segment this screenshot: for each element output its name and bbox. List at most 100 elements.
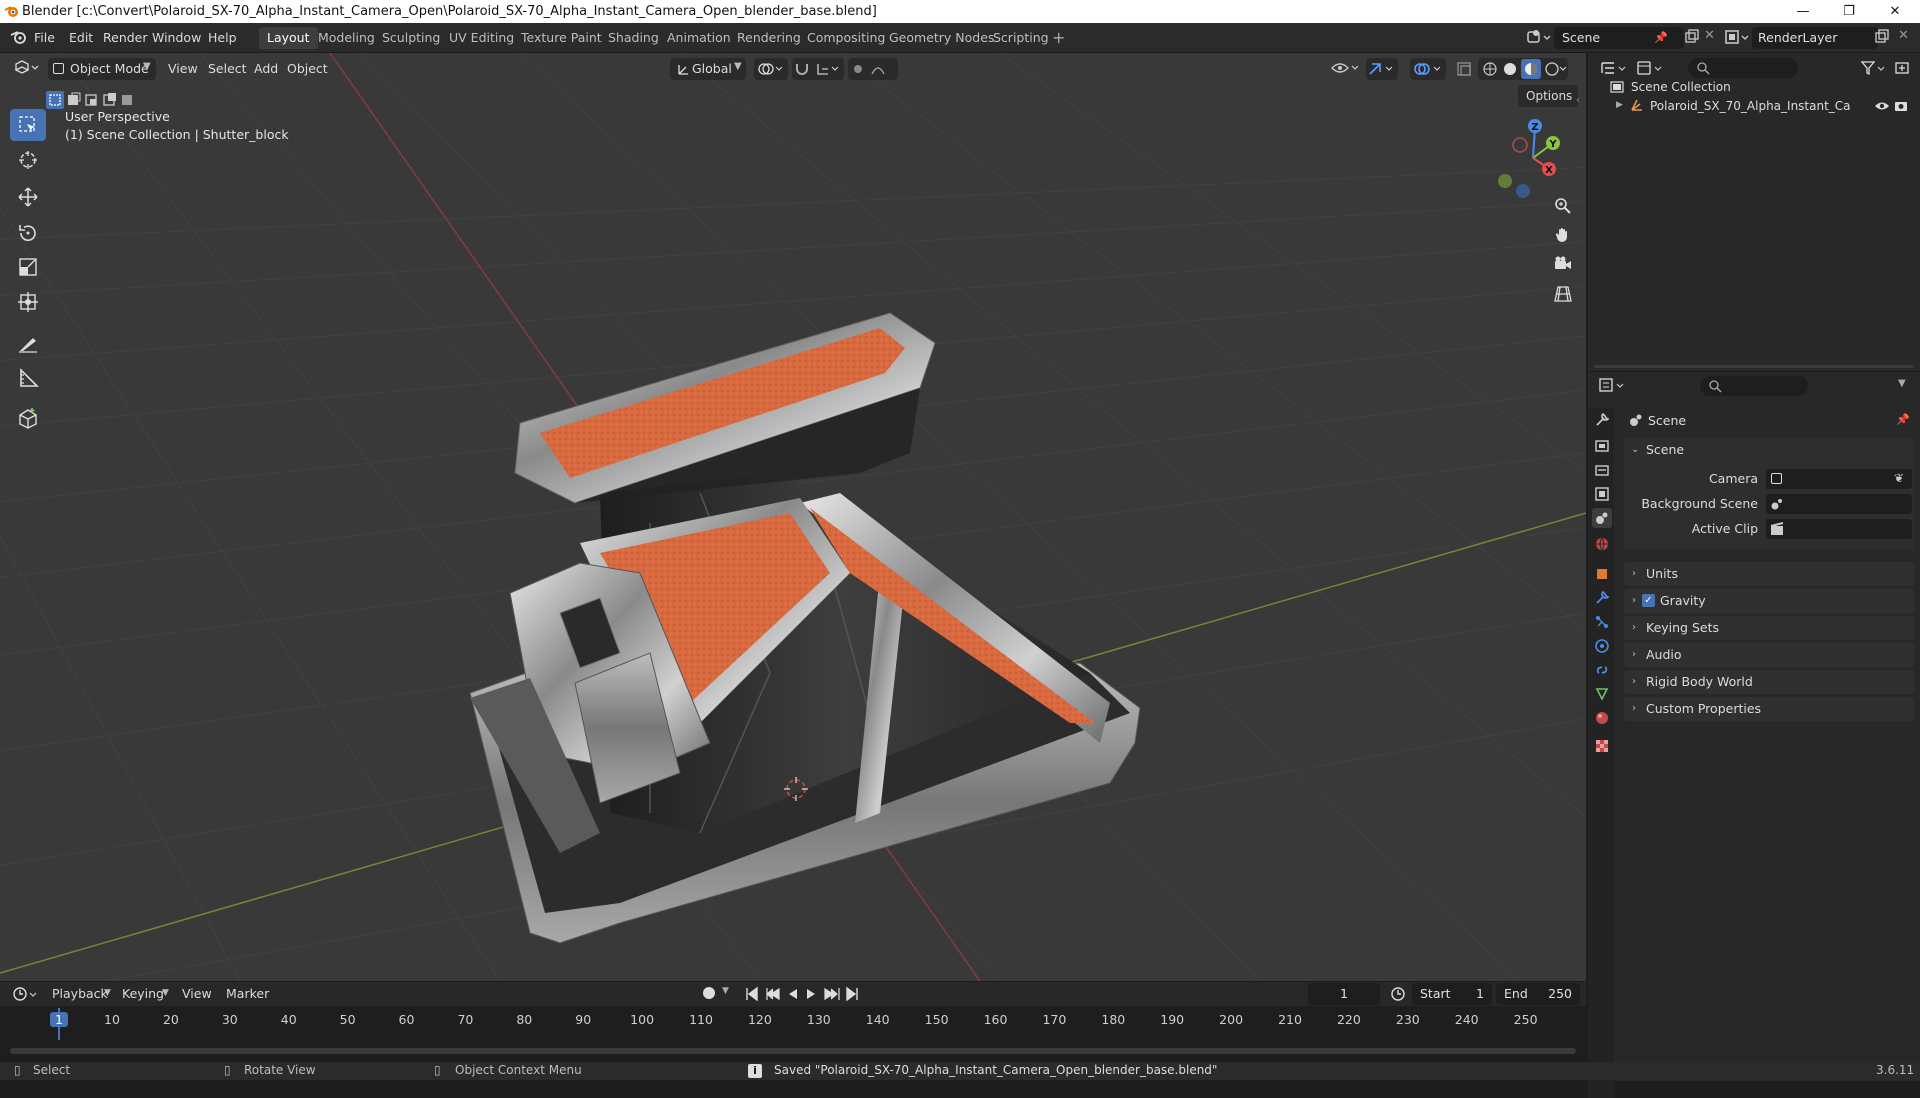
gizmo-toggle-icon[interactable] xyxy=(1366,58,1398,80)
active-clip-field[interactable] xyxy=(1766,519,1912,539)
eye-icon[interactable] xyxy=(1874,99,1890,113)
visibility-selectability-icon[interactable] xyxy=(1330,60,1360,76)
tab-rendering[interactable]: Rendering xyxy=(729,27,809,49)
data-tab-icon[interactable] xyxy=(1592,684,1612,704)
tab-compositing[interactable]: Compositing xyxy=(799,27,893,49)
navigation-gizmo[interactable]: Z Y X xyxy=(1490,113,1570,203)
pan-hand-icon[interactable] xyxy=(1550,222,1576,248)
background-scene-field[interactable] xyxy=(1766,494,1912,514)
display-mode-icon[interactable] xyxy=(1636,60,1664,76)
measure-tool-icon[interactable] xyxy=(10,362,46,394)
minimize-icon[interactable]: — xyxy=(1780,0,1826,23)
options-dropdown[interactable]: Options xyxy=(1518,85,1578,107)
object-tab-icon[interactable] xyxy=(1592,564,1612,584)
scene-collection-label[interactable]: Scene Collection xyxy=(1631,80,1731,94)
menu-render[interactable]: Render xyxy=(103,30,148,45)
pivot-point-icon[interactable] xyxy=(754,58,788,80)
chevron-down-icon[interactable]: ▼ xyxy=(1898,378,1906,389)
tab-shading[interactable]: Shading xyxy=(600,27,667,49)
physics-tab-icon[interactable] xyxy=(1592,636,1612,656)
custom-properties-panel-header[interactable]: › Custom Properties xyxy=(1624,697,1914,721)
playback-controls[interactable] xyxy=(745,986,863,1002)
snap-icon[interactable] xyxy=(792,58,844,80)
3d-viewport[interactable]: Object Mode ▼ View Select Add Object Glo… xyxy=(0,53,1586,981)
new-scene-icon[interactable] xyxy=(1684,29,1700,45)
particles-tab-icon[interactable] xyxy=(1592,612,1612,632)
collapse-sidebar-icon[interactable]: ‹ xyxy=(1576,95,1580,106)
delete-scene-icon[interactable]: ✕ xyxy=(1704,28,1715,43)
record-icon[interactable] xyxy=(703,987,715,999)
properties-search-input[interactable] xyxy=(1700,376,1808,396)
outliner-item-polaroid[interactable]: Polaroid_SX_70_Alpha_Instant_Camera_ xyxy=(1650,99,1850,113)
timeline-editor-type-icon[interactable] xyxy=(12,986,40,1002)
xray-toggle-icon[interactable] xyxy=(1456,61,1472,77)
tab-scripting[interactable]: Scripting xyxy=(985,27,1057,49)
camera-view-icon[interactable] xyxy=(1550,251,1576,277)
renderlayer-name-field[interactable]: RenderLayer xyxy=(1752,27,1878,49)
timeline-menu-view[interactable]: View xyxy=(178,983,212,1005)
view-layer-tab-icon[interactable] xyxy=(1592,484,1612,504)
constraints-tab-icon[interactable] xyxy=(1592,660,1612,680)
tab-modeling[interactable]: Modeling xyxy=(310,27,383,49)
editor-type-icon[interactable] xyxy=(14,58,40,76)
audio-panel-header[interactable]: › Audio xyxy=(1624,643,1914,667)
zoom-icon[interactable] xyxy=(1550,193,1576,219)
add-cube-tool-icon[interactable] xyxy=(10,402,46,434)
proportional-editing-icon[interactable] xyxy=(848,58,898,80)
expand-arrow-icon[interactable]: ▶ xyxy=(1616,100,1623,110)
viewport-menu-object[interactable]: Object xyxy=(287,58,328,80)
menu-window[interactable]: Window xyxy=(152,30,201,45)
material-tab-icon[interactable] xyxy=(1592,708,1612,728)
outliner-scrollbar[interactable] xyxy=(1594,365,1914,368)
tab-layout[interactable]: Layout xyxy=(259,27,318,49)
menu-file[interactable]: File xyxy=(34,30,55,45)
move-tool-icon[interactable] xyxy=(10,181,46,213)
rotate-tool-icon[interactable] xyxy=(10,217,46,249)
menu-edit[interactable]: Edit xyxy=(69,30,93,45)
eyedropper-icon[interactable]: ❦ xyxy=(1894,471,1904,485)
start-frame-field[interactable]: Start 1 xyxy=(1412,983,1492,1005)
new-renderlayer-icon[interactable] xyxy=(1874,29,1890,45)
status-message[interactable]: Saved "Polaroid_SX-70_Alpha_Instant_Came… xyxy=(774,1063,1217,1077)
modifiers-tab-icon[interactable] xyxy=(1592,588,1612,608)
annotate-tool-icon[interactable] xyxy=(10,327,46,359)
polaroid-camera-model[interactable] xyxy=(469,312,1141,944)
viewport-menu-select[interactable]: Select xyxy=(208,58,247,80)
outliner-editor-type-icon[interactable] xyxy=(1600,60,1628,76)
pin-scene-icon[interactable]: 📌 xyxy=(1654,31,1668,44)
menu-help[interactable]: Help xyxy=(208,30,237,45)
properties-editor-type-icon[interactable] xyxy=(1598,377,1626,393)
render-camera-icon[interactable] xyxy=(1894,99,1908,113)
tab-texture-paint[interactable]: Texture Paint xyxy=(513,27,610,49)
tab-uv-editing[interactable]: UV Editing xyxy=(441,27,522,49)
current-frame-field[interactable]: 1 xyxy=(1308,983,1380,1005)
units-panel-header[interactable]: › Units xyxy=(1624,562,1914,586)
blender-menu-icon[interactable] xyxy=(10,29,26,45)
overlays-toggle-icon[interactable] xyxy=(1410,58,1446,80)
camera-field[interactable]: ❦ xyxy=(1766,469,1912,489)
add-workspace-icon[interactable]: + xyxy=(1052,28,1065,47)
scene-tab-icon[interactable] xyxy=(1592,508,1612,528)
renderlayer-selector-icon[interactable] xyxy=(1724,29,1750,45)
select-box-tool-icon[interactable] xyxy=(10,109,46,141)
new-collection-icon[interactable] xyxy=(1894,60,1910,76)
close-icon[interactable]: ✕ xyxy=(1872,0,1918,23)
tab-sculpting[interactable]: Sculpting xyxy=(374,27,448,49)
scene-selector-icon[interactable] xyxy=(1526,29,1552,45)
outliner-search-input[interactable] xyxy=(1688,58,1798,78)
viewport-menu-add[interactable]: Add xyxy=(254,58,278,80)
tool-tab-icon[interactable] xyxy=(1592,410,1612,430)
scale-tool-icon[interactable] xyxy=(10,251,46,283)
keying-sets-panel-header[interactable]: › Keying Sets xyxy=(1624,616,1914,640)
filter-icon[interactable] xyxy=(1860,60,1888,76)
tab-animation[interactable]: Animation xyxy=(659,27,739,49)
scene-panel-header[interactable]: ⌄ Scene xyxy=(1624,438,1914,462)
gravity-checkbox[interactable]: ✓ xyxy=(1642,594,1655,607)
gravity-panel-header[interactable]: › ✓ Gravity xyxy=(1624,589,1914,613)
perspective-toggle-icon[interactable] xyxy=(1550,281,1576,307)
cursor-tool-icon[interactable] xyxy=(10,144,46,176)
preview-range-icon[interactable] xyxy=(1390,986,1406,1002)
timeline-scrollbar[interactable] xyxy=(10,1048,1576,1054)
output-tab-icon[interactable] xyxy=(1592,460,1612,480)
transform-tool-icon[interactable] xyxy=(10,286,46,318)
